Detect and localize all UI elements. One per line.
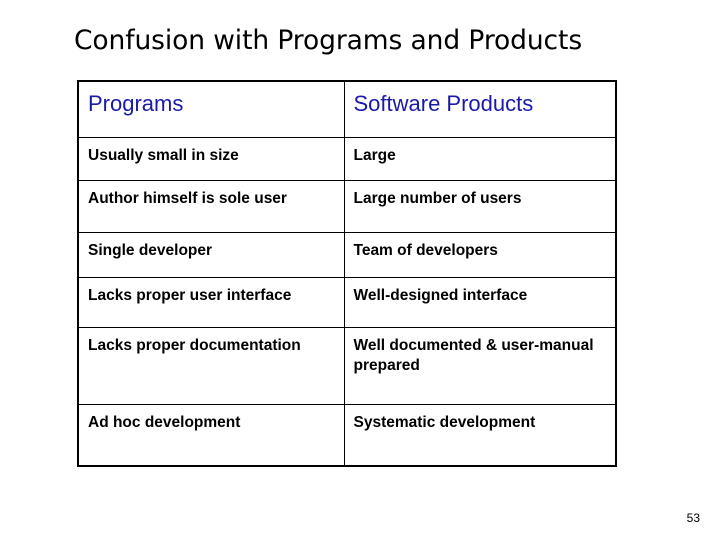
table-cell-programs: Lacks proper documentation [77, 327, 345, 405]
table-cell-programs: Lacks proper user interface [77, 277, 345, 328]
table-cell-products: Well-designed interface [343, 277, 617, 328]
table-row: Usually small in size Large [77, 137, 617, 181]
comparison-table-container: Programs Software Products Usually small… [77, 80, 617, 467]
page-number: 53 [686, 511, 700, 525]
table-row: Lacks proper user interface Well-designe… [77, 277, 617, 328]
slide-canvas: Confusion with Programs and Products Pro… [0, 0, 720, 540]
table-row: Author himself is sole user Large number… [77, 180, 617, 233]
table-header-row: Programs Software Products [77, 80, 617, 138]
table-cell-products: Team of developers [343, 232, 617, 278]
column-header-programs: Programs [77, 80, 345, 138]
table-cell-programs: Single developer [77, 232, 345, 278]
table-cell-programs: Ad hoc development [77, 404, 345, 467]
table-cell-products: Large number of users [343, 180, 617, 233]
column-header-software-products: Software Products [343, 80, 617, 138]
table-cell-products: Well documented & user-manual prepared [343, 327, 617, 405]
table-cell-products: Systematic development [343, 404, 617, 467]
table-row: Lacks proper documentation Well document… [77, 327, 617, 405]
table-cell-programs: Usually small in size [77, 137, 345, 181]
table-row: Ad hoc development Systematic developmen… [77, 404, 617, 467]
table-cell-programs: Author himself is sole user [77, 180, 345, 233]
table-row: Single developer Team of developers [77, 232, 617, 278]
comparison-table: Programs Software Products Usually small… [77, 80, 617, 467]
table-cell-products: Large [343, 137, 617, 181]
page-title: Confusion with Programs and Products [74, 25, 583, 56]
